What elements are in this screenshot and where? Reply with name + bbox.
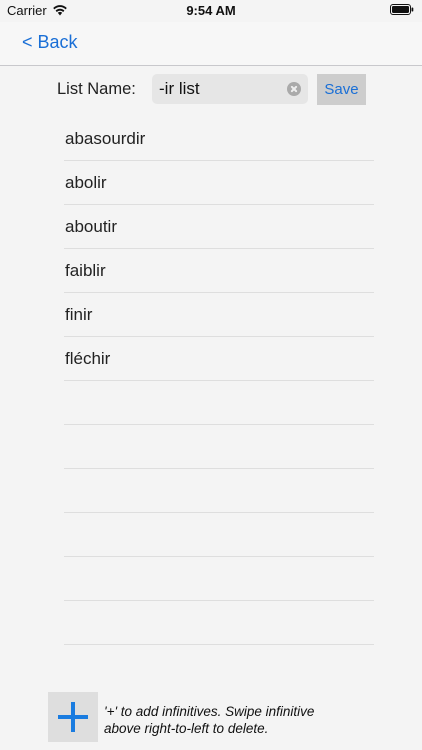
- list-item[interactable]: abolir: [64, 161, 374, 205]
- status-bar: Carrier 9:54 AM: [0, 0, 422, 22]
- list-item-label: abasourdir: [65, 129, 146, 148]
- battery-icon: [390, 4, 414, 15]
- list-name-input[interactable]: [159, 77, 279, 101]
- empty-list-row: [64, 557, 374, 601]
- list-item-label: finir: [65, 305, 93, 324]
- list-item[interactable]: abasourdir: [64, 117, 374, 161]
- list-item-label: faiblir: [65, 261, 106, 280]
- empty-list-row: [64, 601, 374, 645]
- list-item-label: fléchir: [65, 349, 111, 368]
- add-infinitive-button[interactable]: [48, 692, 98, 742]
- empty-list-row: [64, 513, 374, 557]
- navigation-bar: < Back: [0, 22, 422, 66]
- empty-list-row: [64, 469, 374, 513]
- save-button[interactable]: Save: [317, 74, 366, 105]
- clear-text-icon[interactable]: [287, 82, 301, 96]
- infinitive-list: abasourdir abolir aboutir faiblir finir …: [64, 117, 374, 645]
- list-item[interactable]: faiblir: [64, 249, 374, 293]
- back-button[interactable]: < Back: [22, 32, 78, 53]
- list-item[interactable]: fléchir: [64, 337, 374, 381]
- list-item-label: aboutir: [65, 217, 117, 236]
- list-item-label: abolir: [65, 173, 107, 192]
- empty-list-row: [64, 381, 374, 425]
- edit-list-screen: Carrier 9:54 AM < Back List Name: Save a…: [0, 0, 422, 750]
- list-name-label: List Name:: [57, 80, 136, 98]
- list-item[interactable]: finir: [64, 293, 374, 337]
- instruction-hint: '+' to add infinitives. Swipe infinitive…: [104, 704, 315, 736]
- clock-label: 9:54 AM: [186, 3, 236, 18]
- list-name-row: List Name: Save: [0, 74, 422, 106]
- plus-icon: [71, 702, 75, 732]
- empty-list-row: [64, 425, 374, 469]
- list-item[interactable]: aboutir: [64, 205, 374, 249]
- list-name-field: [152, 74, 308, 104]
